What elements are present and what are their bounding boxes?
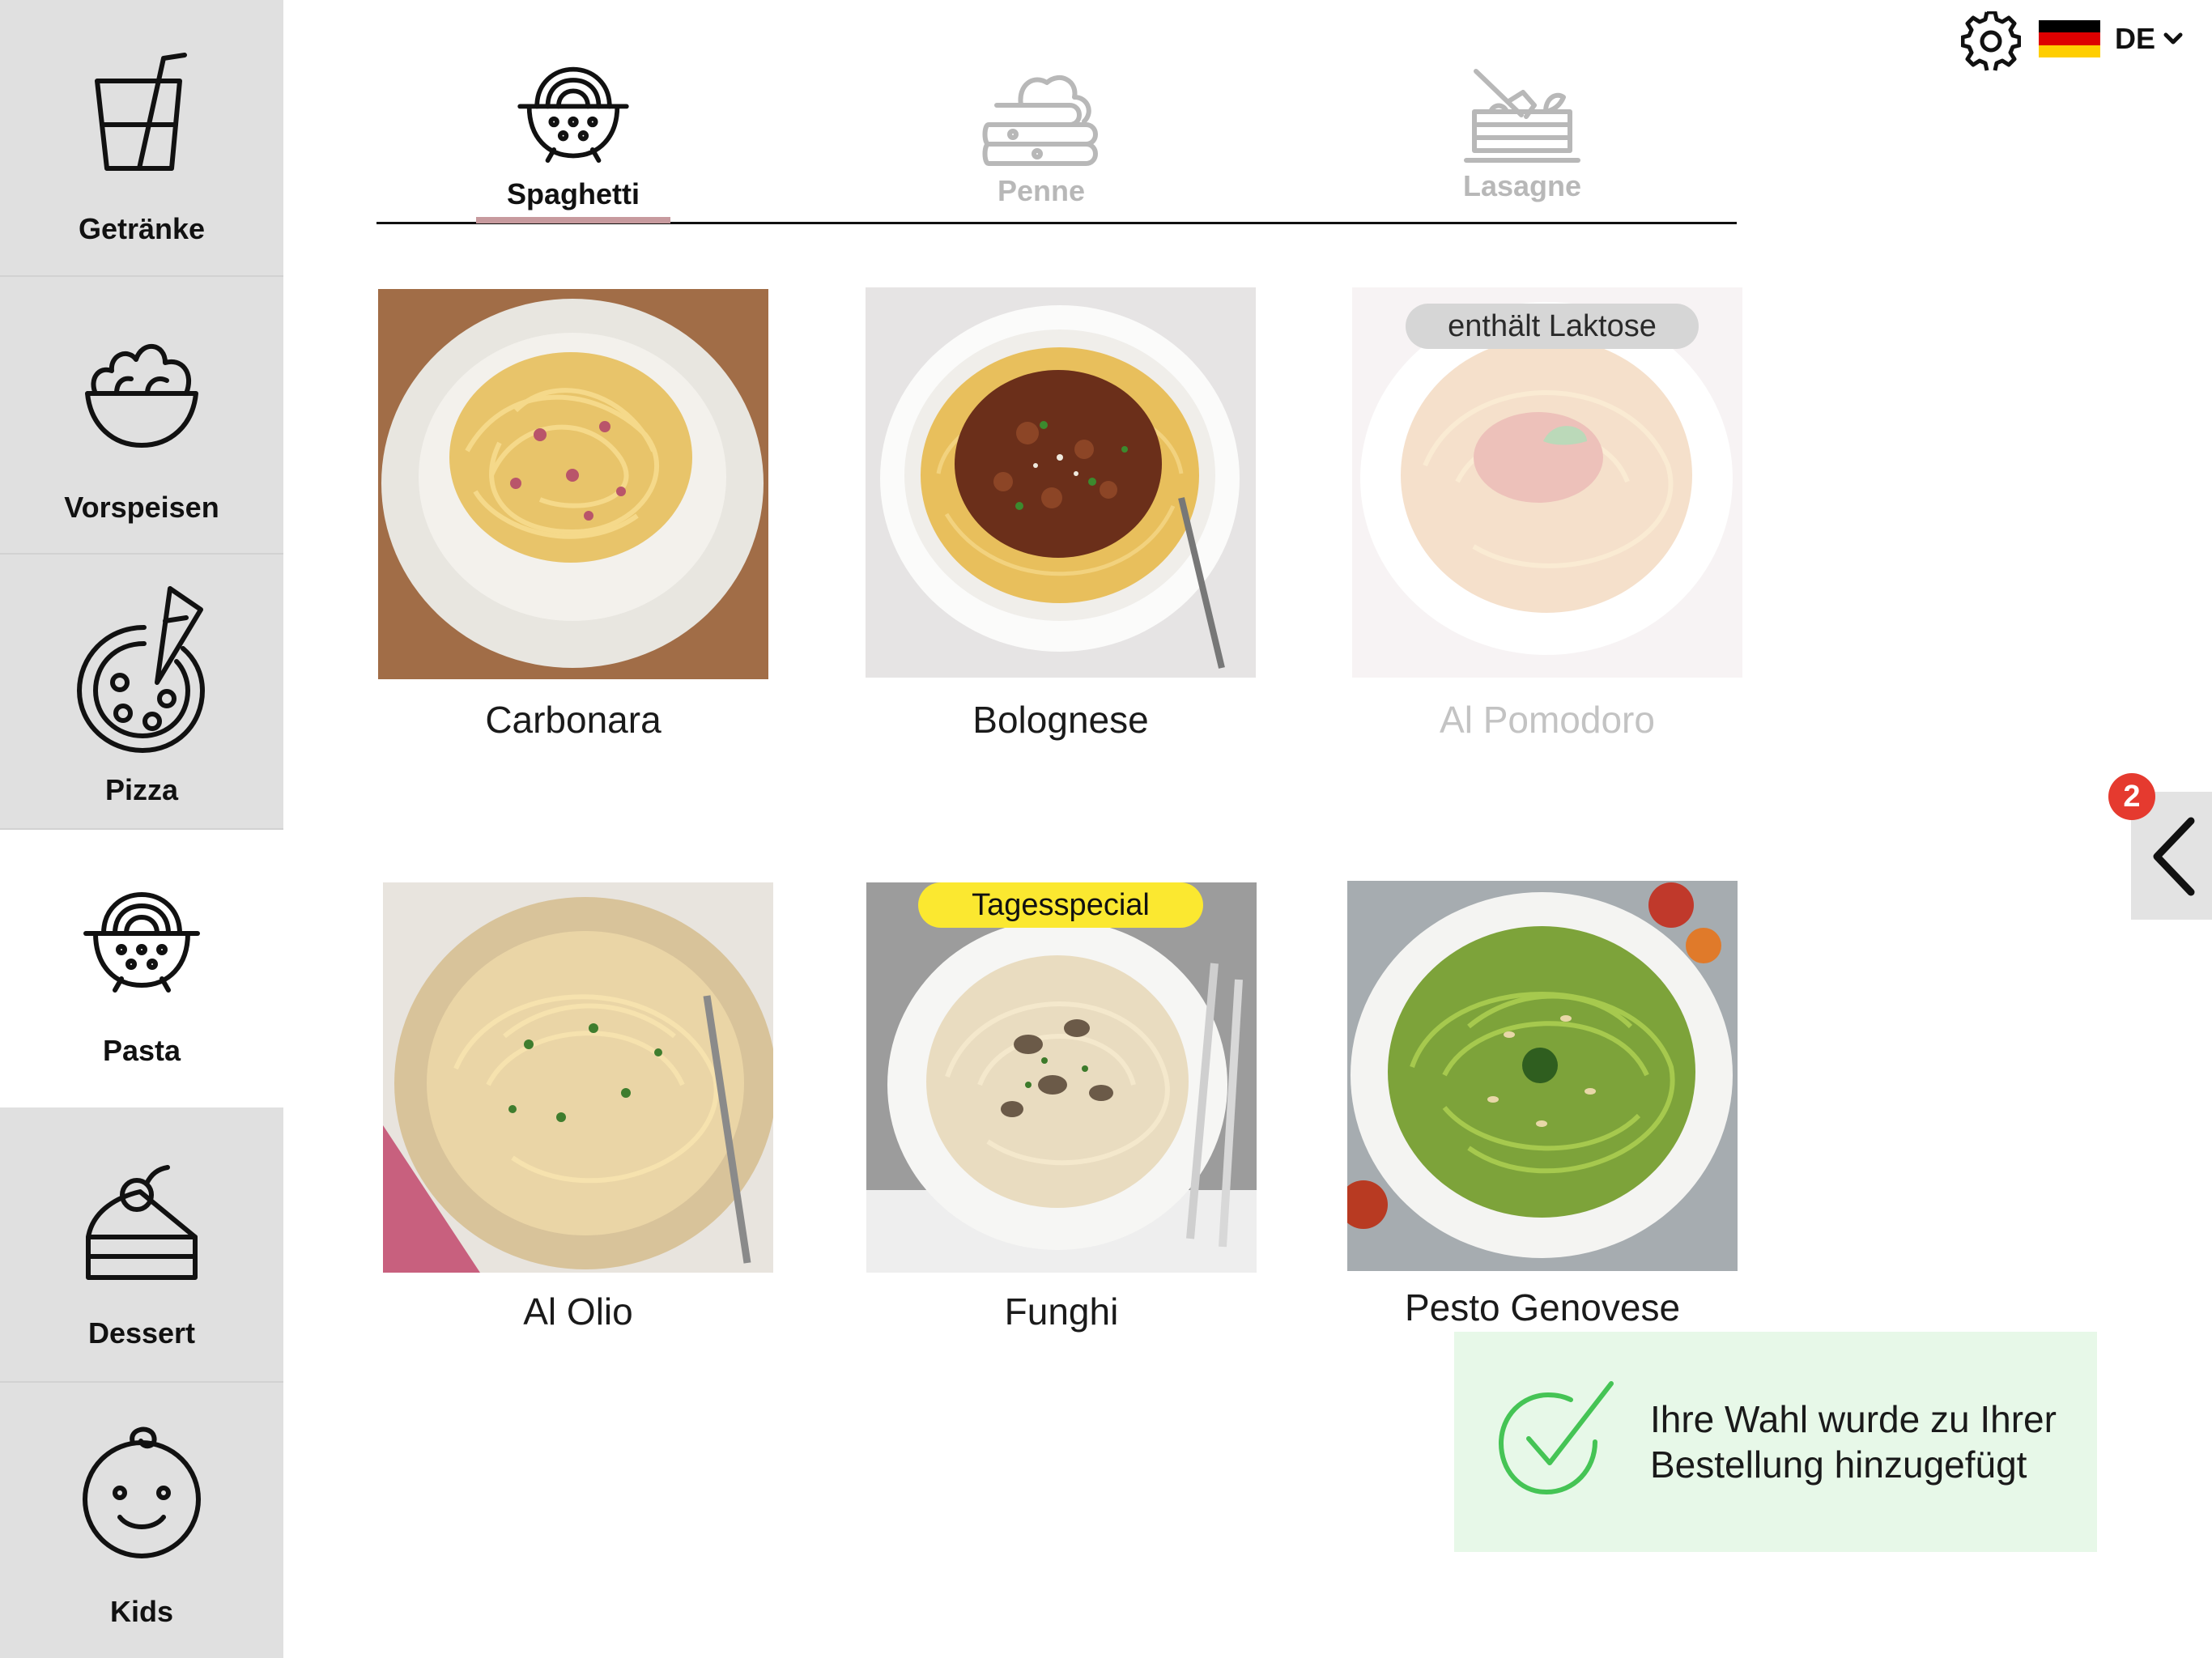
product-photo <box>866 287 1256 678</box>
tab-penne[interactable]: Penne <box>960 68 1122 208</box>
german-flag-icon <box>2039 20 2100 57</box>
sidebar-item-label: Kids <box>109 1595 173 1628</box>
product-card-carbonara[interactable]: Carbonara <box>378 289 768 741</box>
sidebar-item-vorspeisen[interactable]: Vorspeisen <box>0 277 283 555</box>
sidebar-item-label: Pasta <box>102 1034 181 1067</box>
tab-lasagne[interactable]: Lasagne <box>1441 68 1603 203</box>
active-tab-indicator <box>476 217 670 223</box>
penne-icon <box>982 75 1098 166</box>
toast-message: Ihre Wahl wurde zu Ihrer Bestellung hinz… <box>1650 1398 2057 1486</box>
product-card-bolognese[interactable]: Bolognese <box>866 287 1256 741</box>
lasagne-icon <box>1464 69 1580 163</box>
product-name: Al Pomodoro <box>1440 699 1655 741</box>
sidebar-item-label: Vorspeisen <box>64 491 219 524</box>
language-code: DE <box>2115 22 2156 55</box>
product-photo <box>383 882 773 1273</box>
gear-icon[interactable] <box>1961 11 2021 71</box>
allergen-badge: enthält Laktose <box>1406 304 1699 349</box>
product-name: Funghi <box>1004 1290 1119 1333</box>
product-name: Al Olio <box>523 1290 633 1333</box>
sidebar-item-pizza[interactable]: Pizza <box>0 555 283 830</box>
product-photo <box>1347 881 1738 1271</box>
product-photo <box>866 882 1257 1273</box>
sidebar-item-dessert[interactable]: Dessert <box>0 1107 283 1383</box>
product-card-funghi[interactable]: Tagesspecial Funghi <box>866 882 1257 1333</box>
product-name: Pesto Genovese <box>1404 1286 1681 1329</box>
category-sidebar: Getränke Vorspeisen Pizza Pasta Dessert … <box>0 0 283 1658</box>
cart-count-badge: 2 <box>2108 773 2155 820</box>
drink-icon <box>95 53 187 171</box>
tab-label: Penne <box>997 174 1086 207</box>
added-to-order-toast: Ihre Wahl wurde zu Ihrer Bestellung hinz… <box>1454 1332 2097 1552</box>
tab-label: Lasagne <box>1462 169 1582 202</box>
pizza-icon <box>77 586 205 753</box>
pasta-colander-icon <box>83 892 200 993</box>
tab-spaghetti[interactable]: Spaghetti <box>492 63 654 211</box>
chevron-down-icon <box>2163 32 2183 45</box>
sidebar-item-label: Dessert <box>87 1316 196 1350</box>
product-name: Bolognese <box>972 699 1149 741</box>
sidebar-item-label: Pizza <box>104 773 179 806</box>
product-card-pesto-genovese[interactable]: Pesto Genovese <box>1347 881 1738 1329</box>
sidebar-item-kids[interactable]: Kids <box>0 1383 283 1658</box>
special-badge: Tagesspecial <box>918 882 1203 928</box>
cake-icon <box>86 1165 198 1280</box>
sidebar-item-label: Getränke <box>78 212 206 245</box>
child-face-icon <box>83 1426 201 1558</box>
sidebar-item-getraenke[interactable]: Getränke <box>0 0 283 277</box>
product-photo <box>378 289 768 679</box>
chevron-left-icon <box>2153 817 2195 896</box>
pasta-colander-icon <box>517 66 629 164</box>
checkmark-icon <box>1499 1381 1614 1494</box>
sidebar-item-pasta[interactable]: Pasta <box>0 830 283 1107</box>
product-card-al-pomodoro[interactable]: enthält Laktose Al Pomodoro <box>1352 287 1742 741</box>
product-card-al-olio[interactable]: Al Olio <box>383 882 773 1333</box>
salad-bowl-icon <box>85 343 198 448</box>
product-name: Carbonara <box>485 699 661 741</box>
tab-label: Spaghetti <box>506 177 640 210</box>
language-selector[interactable]: DE <box>2039 15 2183 63</box>
